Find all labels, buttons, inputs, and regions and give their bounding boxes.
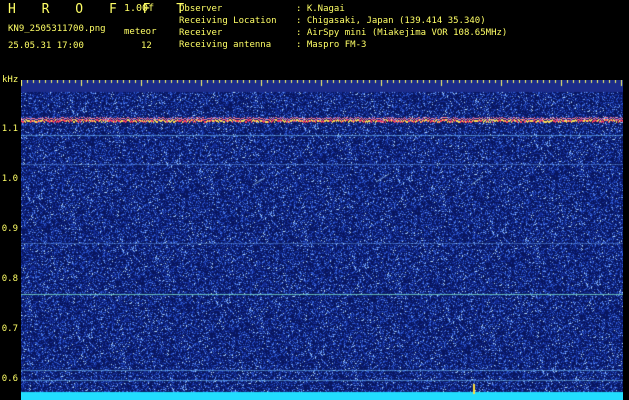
spectrogram-area <box>21 80 623 400</box>
meteor-label: meteor <box>124 27 157 37</box>
version-label: 1.00f <box>124 3 155 14</box>
spectrogram-canvas <box>21 80 623 400</box>
app-title: H R O F F T <box>8 2 194 17</box>
y-tick-label: 1.1 <box>1 124 18 134</box>
y-tick-label: 0.8 <box>1 274 18 284</box>
info-row-observer: Observer: K.Nagai <box>179 4 345 14</box>
y-axis-unit: kHz <box>2 75 19 85</box>
info-row-location: Receiving Location: Chigasaki, Japan (13… <box>179 16 486 26</box>
header-panel: H R O F F T 1.00f KN9_2505311700.png met… <box>0 0 629 78</box>
y-tick-label: 1.0 <box>1 174 18 184</box>
info-row-antenna: Receiving antenna: Maspro FM-3 <box>179 40 367 50</box>
filename-label: KN9_2505311700.png <box>8 24 106 34</box>
info-row-receiver: Receiver: AirSpy mini (Miakejima VOR 108… <box>179 28 508 38</box>
y-tick-label: 0.9 <box>1 224 18 234</box>
station-info: Observer: K.Nagai Receiving Location: Ch… <box>179 3 507 51</box>
y-tick-label: 0.7 <box>1 324 18 334</box>
y-tick-label: 0.6 <box>1 374 18 384</box>
datetime-label: 25.05.31 17:00 <box>8 41 84 51</box>
meteor-count: 12 <box>141 41 152 51</box>
